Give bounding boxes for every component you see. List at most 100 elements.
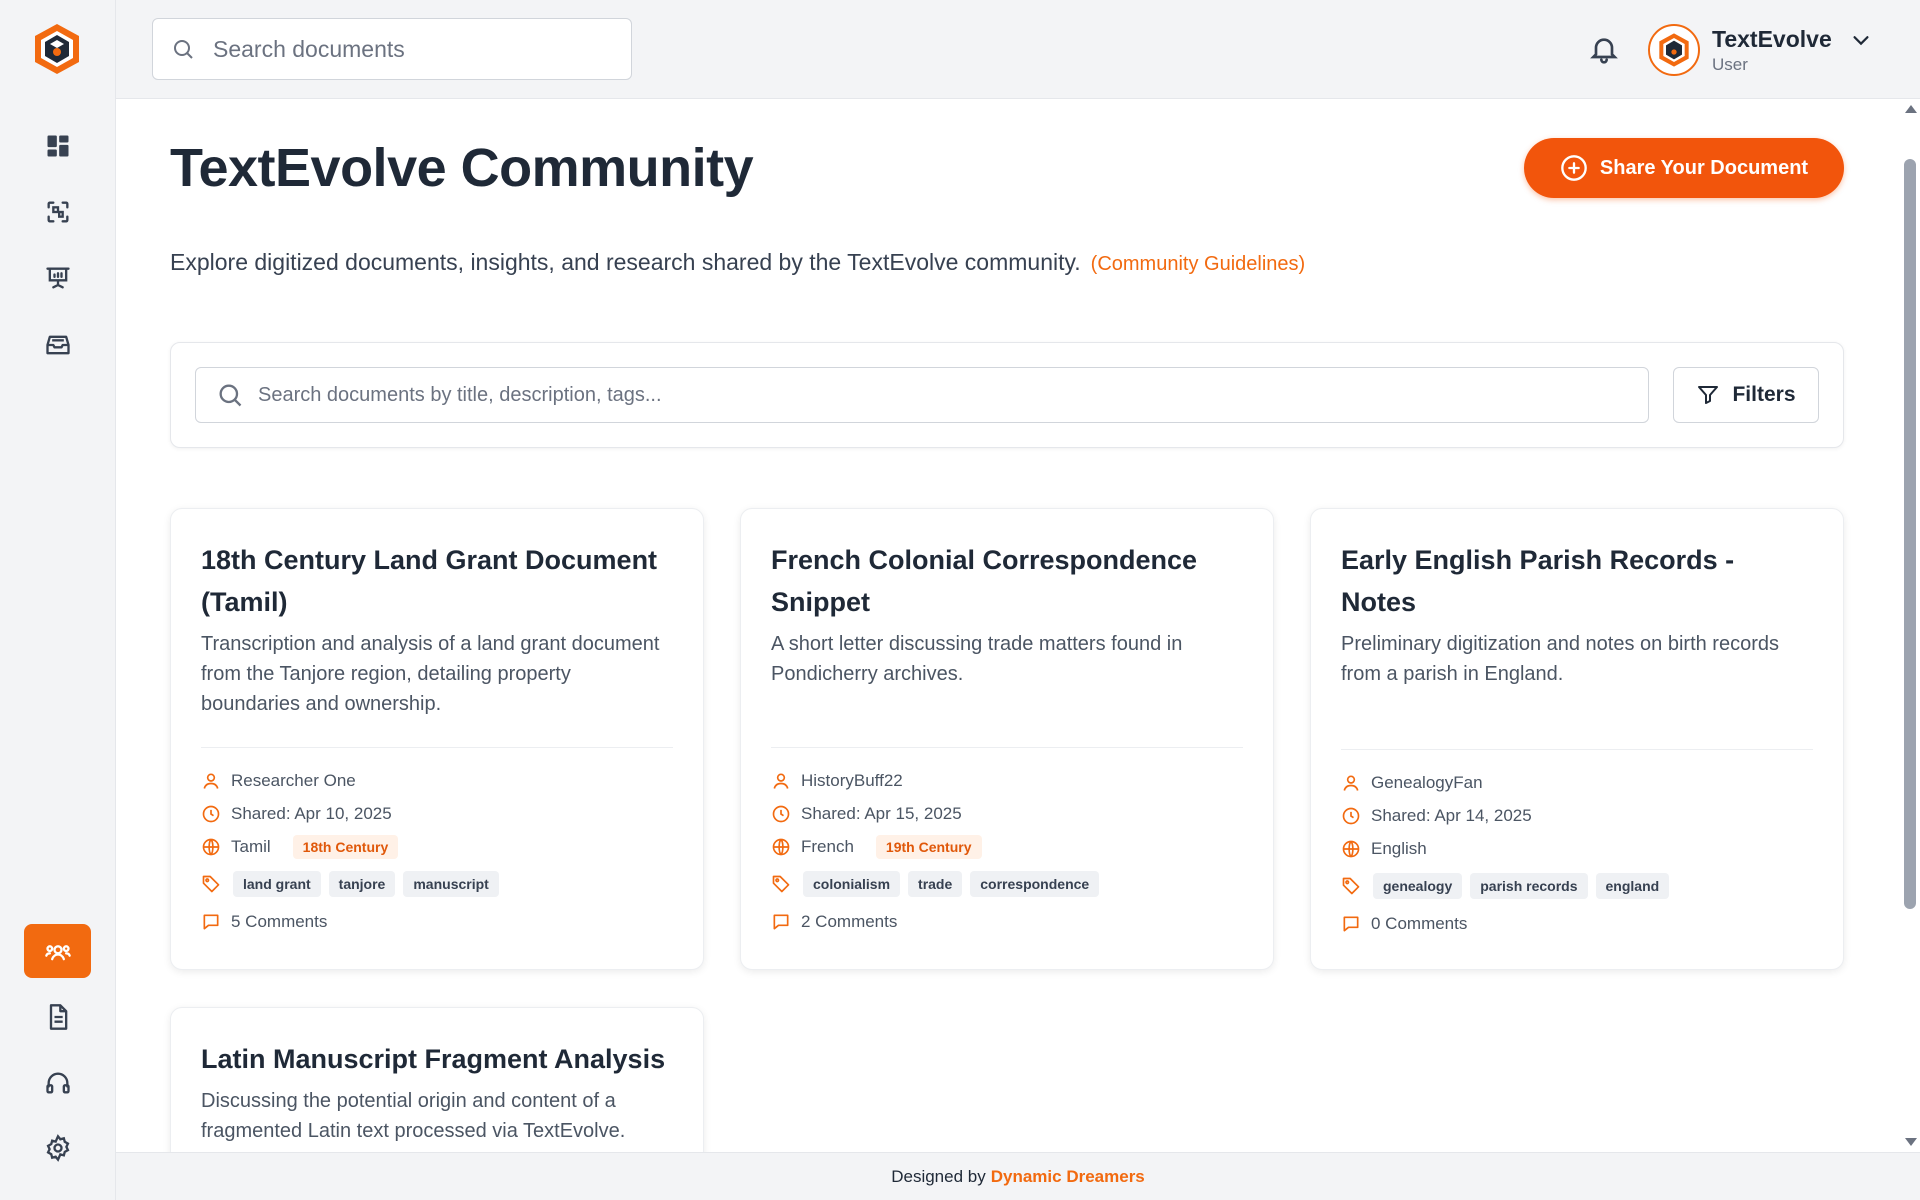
author-name: HistoryBuff22 xyxy=(801,770,903,790)
language: English xyxy=(1371,838,1427,858)
card-title: Latin Manuscript Fragment Analysis xyxy=(201,1044,666,1074)
card-shared-date: Shared: Apr 14, 2025 xyxy=(1341,799,1813,832)
share-document-label: Share Your Document xyxy=(1599,156,1809,179)
shared-date: Shared: Apr 14, 2025 xyxy=(1371,805,1532,825)
comment-icon xyxy=(1343,916,1359,931)
tag[interactable]: tanjore xyxy=(328,871,396,897)
tag[interactable]: england xyxy=(1595,873,1670,899)
tag[interactable]: correspondence xyxy=(970,871,1100,897)
sidebar xyxy=(0,0,116,1200)
community-guidelines-link[interactable]: (Community Guidelines) xyxy=(1091,253,1306,275)
scroll-down-arrow-icon[interactable] xyxy=(1905,1138,1917,1146)
card-shared-date: Shared: Apr 15, 2025 xyxy=(771,797,1243,830)
document-card[interactable]: French Colonial Correspondence Snippet A… xyxy=(740,508,1274,970)
card-comments[interactable]: 5 Comments xyxy=(201,905,673,938)
sidebar-item-community[interactable] xyxy=(24,924,91,978)
presentation-icon xyxy=(45,267,70,289)
clock-icon xyxy=(202,805,220,822)
card-language: Tamil 18th Century xyxy=(201,830,673,863)
tag[interactable]: land grant xyxy=(233,871,321,897)
document-search-input[interactable] xyxy=(258,383,1638,407)
user-icon xyxy=(1343,775,1359,791)
sidebar-item-inbox[interactable] xyxy=(24,318,91,372)
main-scrollbar[interactable] xyxy=(1900,99,1920,1152)
footer-prefix: Designed by xyxy=(891,1166,986,1186)
century-badge: 18th Century xyxy=(292,834,399,859)
user-icon xyxy=(203,773,219,789)
document-search-panel: Filters xyxy=(170,342,1844,448)
tag-icon xyxy=(1342,877,1360,895)
share-document-button[interactable]: Share Your Document xyxy=(1524,138,1844,198)
comments-count: 0 Comments xyxy=(1371,913,1468,933)
community-icon xyxy=(44,945,71,961)
card-shared-date: Shared: Apr 10, 2025 xyxy=(201,797,673,830)
notifications-bell-icon[interactable] xyxy=(1588,32,1620,66)
comment-icon xyxy=(773,914,789,929)
footer-brand-link[interactable]: Dynamic Dreamers xyxy=(991,1167,1145,1187)
global-search-input[interactable] xyxy=(213,35,613,63)
plus-circle-icon xyxy=(1561,155,1587,181)
sidebar-item-documents[interactable] xyxy=(24,990,91,1044)
comment-icon xyxy=(203,914,219,929)
search-icon xyxy=(174,40,193,59)
filters-label: Filters xyxy=(1732,383,1796,406)
tag-icon xyxy=(772,875,790,893)
chevron-down-icon xyxy=(1853,36,1869,46)
card-language: English xyxy=(1341,832,1813,865)
author-name: GenealogyFan xyxy=(1371,772,1483,792)
document-search[interactable] xyxy=(195,367,1649,423)
card-description: Preliminary digitization and notes on bi… xyxy=(1341,633,1779,685)
century-badge: 19th Century xyxy=(875,834,982,859)
filters-button[interactable]: Filters xyxy=(1673,367,1819,423)
card-tags: colonialism trade correspondence xyxy=(771,863,1243,905)
top-bar: TextEvolve User xyxy=(116,0,1920,99)
card-comments[interactable]: 2 Comments xyxy=(771,905,1243,938)
tag[interactable]: trade xyxy=(908,871,963,897)
page-title: TextEvolve Community xyxy=(170,138,754,198)
clock-icon xyxy=(1342,807,1360,824)
shared-date: Shared: Apr 15, 2025 xyxy=(801,803,962,823)
language: Tamil xyxy=(231,836,271,856)
card-language: French 19th Century xyxy=(771,830,1243,863)
clock-icon xyxy=(772,805,790,822)
avatar xyxy=(1648,24,1700,76)
card-title: 18th Century Land Grant Document (Tamil) xyxy=(201,545,658,617)
globe-icon xyxy=(1342,840,1360,857)
globe-icon xyxy=(202,838,220,855)
card-description: Discussing the potential origin and cont… xyxy=(201,1090,626,1142)
card-tags: genealogy parish records england xyxy=(1341,865,1813,907)
tag[interactable]: genealogy xyxy=(1373,873,1463,899)
tag[interactable]: colonialism xyxy=(803,871,901,897)
scroll-thumb[interactable] xyxy=(1904,159,1916,909)
sidebar-item-dashboard[interactable] xyxy=(24,119,91,173)
author-name: Researcher One xyxy=(231,770,356,790)
sidebar-item-settings[interactable] xyxy=(24,1121,91,1175)
document-icon xyxy=(49,1004,67,1030)
user-menu[interactable]: TextEvolve User xyxy=(1648,22,1872,78)
document-card[interactable]: Early English Parish Records - Notes Pre… xyxy=(1310,508,1844,970)
global-search[interactable] xyxy=(152,18,632,80)
user-icon xyxy=(773,773,789,789)
sidebar-item-support[interactable] xyxy=(24,1056,91,1110)
footer: Designed by Dynamic Dreamers xyxy=(116,1152,1920,1200)
sidebar-item-scan[interactable] xyxy=(24,185,91,239)
language: French xyxy=(801,836,854,856)
sidebar-item-presentation[interactable] xyxy=(24,251,91,305)
document-card[interactable]: 18th Century Land Grant Document (Tamil)… xyxy=(170,508,704,970)
dashboard-icon xyxy=(47,135,68,157)
app-logo[interactable] xyxy=(32,22,82,76)
filter-icon xyxy=(1698,386,1719,404)
globe-icon xyxy=(772,838,790,855)
card-description: A short letter discussing trade matters … xyxy=(771,633,1183,685)
card-comments[interactable]: 0 Comments xyxy=(1341,907,1813,940)
user-name: TextEvolve xyxy=(1712,25,1832,52)
inbox-icon xyxy=(45,335,70,355)
user-role: User xyxy=(1712,54,1748,74)
page-subtitle: Explore digitized documents, insights, a… xyxy=(170,249,1305,276)
scroll-up-arrow-icon[interactable] xyxy=(1905,105,1917,113)
main-content: TextEvolve Community Share Your Document… xyxy=(116,99,1900,1152)
tag[interactable]: manuscript xyxy=(403,871,499,897)
document-card[interactable]: Latin Manuscript Fragment Analysis Discu… xyxy=(170,1007,704,1152)
scan-icon xyxy=(47,201,69,223)
tag[interactable]: parish records xyxy=(1470,873,1588,899)
